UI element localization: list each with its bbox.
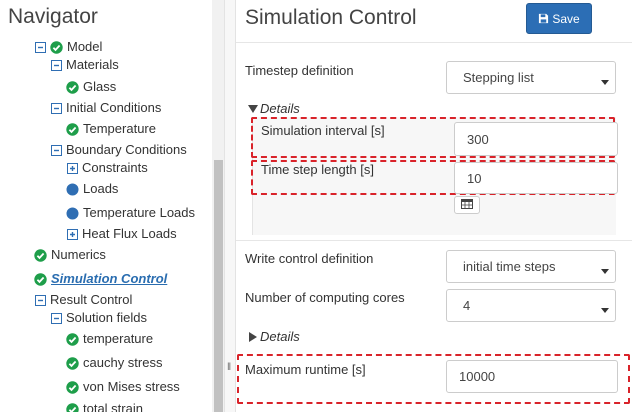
tree-item-label: Temperature (83, 121, 156, 136)
tree-item-label: Solution fields (66, 310, 147, 325)
write-control-select[interactable]: initial time steps (446, 250, 616, 283)
simulation-interval-input[interactable]: 300 (454, 122, 618, 156)
tree-item-glass[interactable]: Glass (66, 77, 116, 97)
maximum-runtime-value: 10000 (459, 369, 496, 384)
details-label: Details (260, 329, 300, 344)
dot-circle-icon (66, 183, 79, 196)
time-step-length-input[interactable]: 10 (454, 162, 618, 194)
floppy-disk-icon (538, 13, 549, 24)
section-divider (236, 240, 632, 241)
simulation-control-panel: Simulation Control Save Timestep definit… (236, 0, 632, 412)
simulation-interval-label: Simulation interval [s] (261, 123, 385, 138)
time-step-length-label: Time step length [s] (261, 162, 374, 177)
tree-item-label: Constraints (82, 160, 148, 175)
save-button-label: Save (552, 11, 580, 26)
tree-item-materials[interactable]: Materials (50, 55, 119, 75)
tree-item-label: Numerics (51, 247, 106, 262)
check-circle-icon (66, 332, 79, 346)
caret-down-icon (601, 263, 609, 278)
computing-cores-value: 4 (463, 298, 471, 313)
splitter-grip-icon[interactable]: ‖ (227, 362, 231, 373)
tree-item-result-control[interactable]: Result Control (34, 290, 132, 310)
timestep-definition-select[interactable]: Stepping list (446, 61, 616, 94)
minus-square-icon[interactable] (50, 312, 63, 325)
tree-item-label: Model (67, 39, 103, 54)
tree-item-label: Boundary Conditions (66, 142, 187, 157)
minus-square-icon[interactable] (34, 294, 47, 307)
caret-down-icon (601, 74, 609, 89)
plus-square-icon[interactable] (66, 228, 79, 241)
check-circle-icon (66, 380, 79, 394)
panel-splitter[interactable] (224, 0, 236, 412)
details-toggle-expanded[interactable]: Details (248, 101, 300, 116)
tree-item-label: Simulation Control (51, 271, 168, 286)
tree-item-label: Glass (83, 79, 117, 94)
tree-item-label: von Mises stress (83, 379, 180, 394)
tree-item-temperature[interactable]: Temperature (66, 119, 156, 139)
calendar-grid-icon (461, 196, 473, 214)
plus-square-icon[interactable] (66, 162, 79, 175)
tree-item-label: total strain (83, 401, 143, 412)
minus-square-icon[interactable] (50, 102, 63, 115)
tree-item-boundary-conditions[interactable]: Boundary Conditions (50, 140, 187, 160)
tree-item-label: Result Control (50, 292, 133, 307)
triangle-right-icon (248, 331, 258, 342)
app-root: Navigator Model Materials Glass Initial Con… (0, 0, 632, 412)
simulation-interval-value: 300 (467, 131, 489, 147)
time-step-length-value: 10 (467, 170, 482, 186)
tree-item-label: Materials (66, 57, 119, 72)
navigator-title: Navigator (8, 5, 98, 28)
minus-square-icon[interactable] (50, 144, 63, 157)
tree-item-heat-flux-loads[interactable]: Heat Flux Loads (66, 224, 177, 244)
check-circle-icon (50, 40, 63, 54)
write-control-value: initial time steps (463, 259, 556, 274)
tree-item-model[interactable]: Model (34, 37, 102, 57)
tree-item-label: Temperature Loads (83, 205, 196, 220)
tree-item-numerics[interactable]: Numerics (34, 245, 106, 265)
caret-down-icon (601, 302, 609, 317)
tree-item-temperature-loads[interactable]: Temperature Loads (66, 203, 195, 223)
computing-cores-select[interactable]: 4 (446, 289, 616, 322)
tree-item-label: cauchy stress (83, 355, 163, 370)
save-button[interactable]: Save (526, 3, 592, 34)
maximum-runtime-label: Maximum runtime [s] (245, 362, 366, 377)
tree-item-simulation-control[interactable]: Simulation Control (34, 269, 167, 289)
tree-item-label: Initial Conditions (66, 100, 162, 115)
minus-square-icon[interactable] (34, 41, 47, 54)
tree-item-loads[interactable]: Loads (66, 179, 118, 199)
timestep-definition-value: Stepping list (463, 70, 534, 85)
tree-item-temperature[interactable]: temperature (66, 329, 153, 349)
check-circle-icon (66, 402, 79, 412)
check-circle-icon (66, 356, 79, 370)
tree-item-total-strain[interactable]: total strain (66, 399, 143, 412)
tree-item-label: temperature (83, 331, 154, 346)
calendar-button[interactable] (454, 196, 480, 214)
computing-cores-label: Number of computing cores (245, 290, 405, 305)
timestep-definition-label: Timestep definition (245, 63, 354, 78)
tree-item-constraints[interactable]: Constraints (66, 158, 148, 178)
check-circle-icon (34, 272, 47, 286)
dot-circle-icon (66, 207, 79, 220)
details-toggle-collapsed[interactable]: Details (248, 329, 300, 344)
navigator-panel: Navigator Model Materials Glass Initial Con… (0, 0, 226, 412)
tree-item-von-mises-stress[interactable]: von Mises stress (66, 377, 180, 397)
maximum-runtime-input[interactable]: 10000 (446, 360, 618, 393)
tree-item-initial-conditions[interactable]: Initial Conditions (50, 98, 161, 118)
check-circle-icon (66, 122, 79, 136)
minus-square-icon[interactable] (50, 59, 63, 72)
tree-item-label: Loads (83, 181, 119, 196)
tree-item-solution-fields[interactable]: Solution fields (50, 308, 147, 328)
page-title: Simulation Control (245, 6, 417, 29)
navigator-scrollbar-thumb[interactable] (214, 160, 223, 412)
tree-item-label: Heat Flux Loads (82, 226, 177, 241)
write-control-label: Write control definition (245, 251, 374, 266)
header-divider (236, 42, 632, 43)
triangle-down-icon (248, 104, 258, 114)
details-label: Details (260, 101, 300, 116)
check-circle-icon (66, 80, 79, 94)
check-circle-icon (34, 248, 47, 262)
tree-item-cauchy-stress[interactable]: cauchy stress (66, 353, 162, 373)
